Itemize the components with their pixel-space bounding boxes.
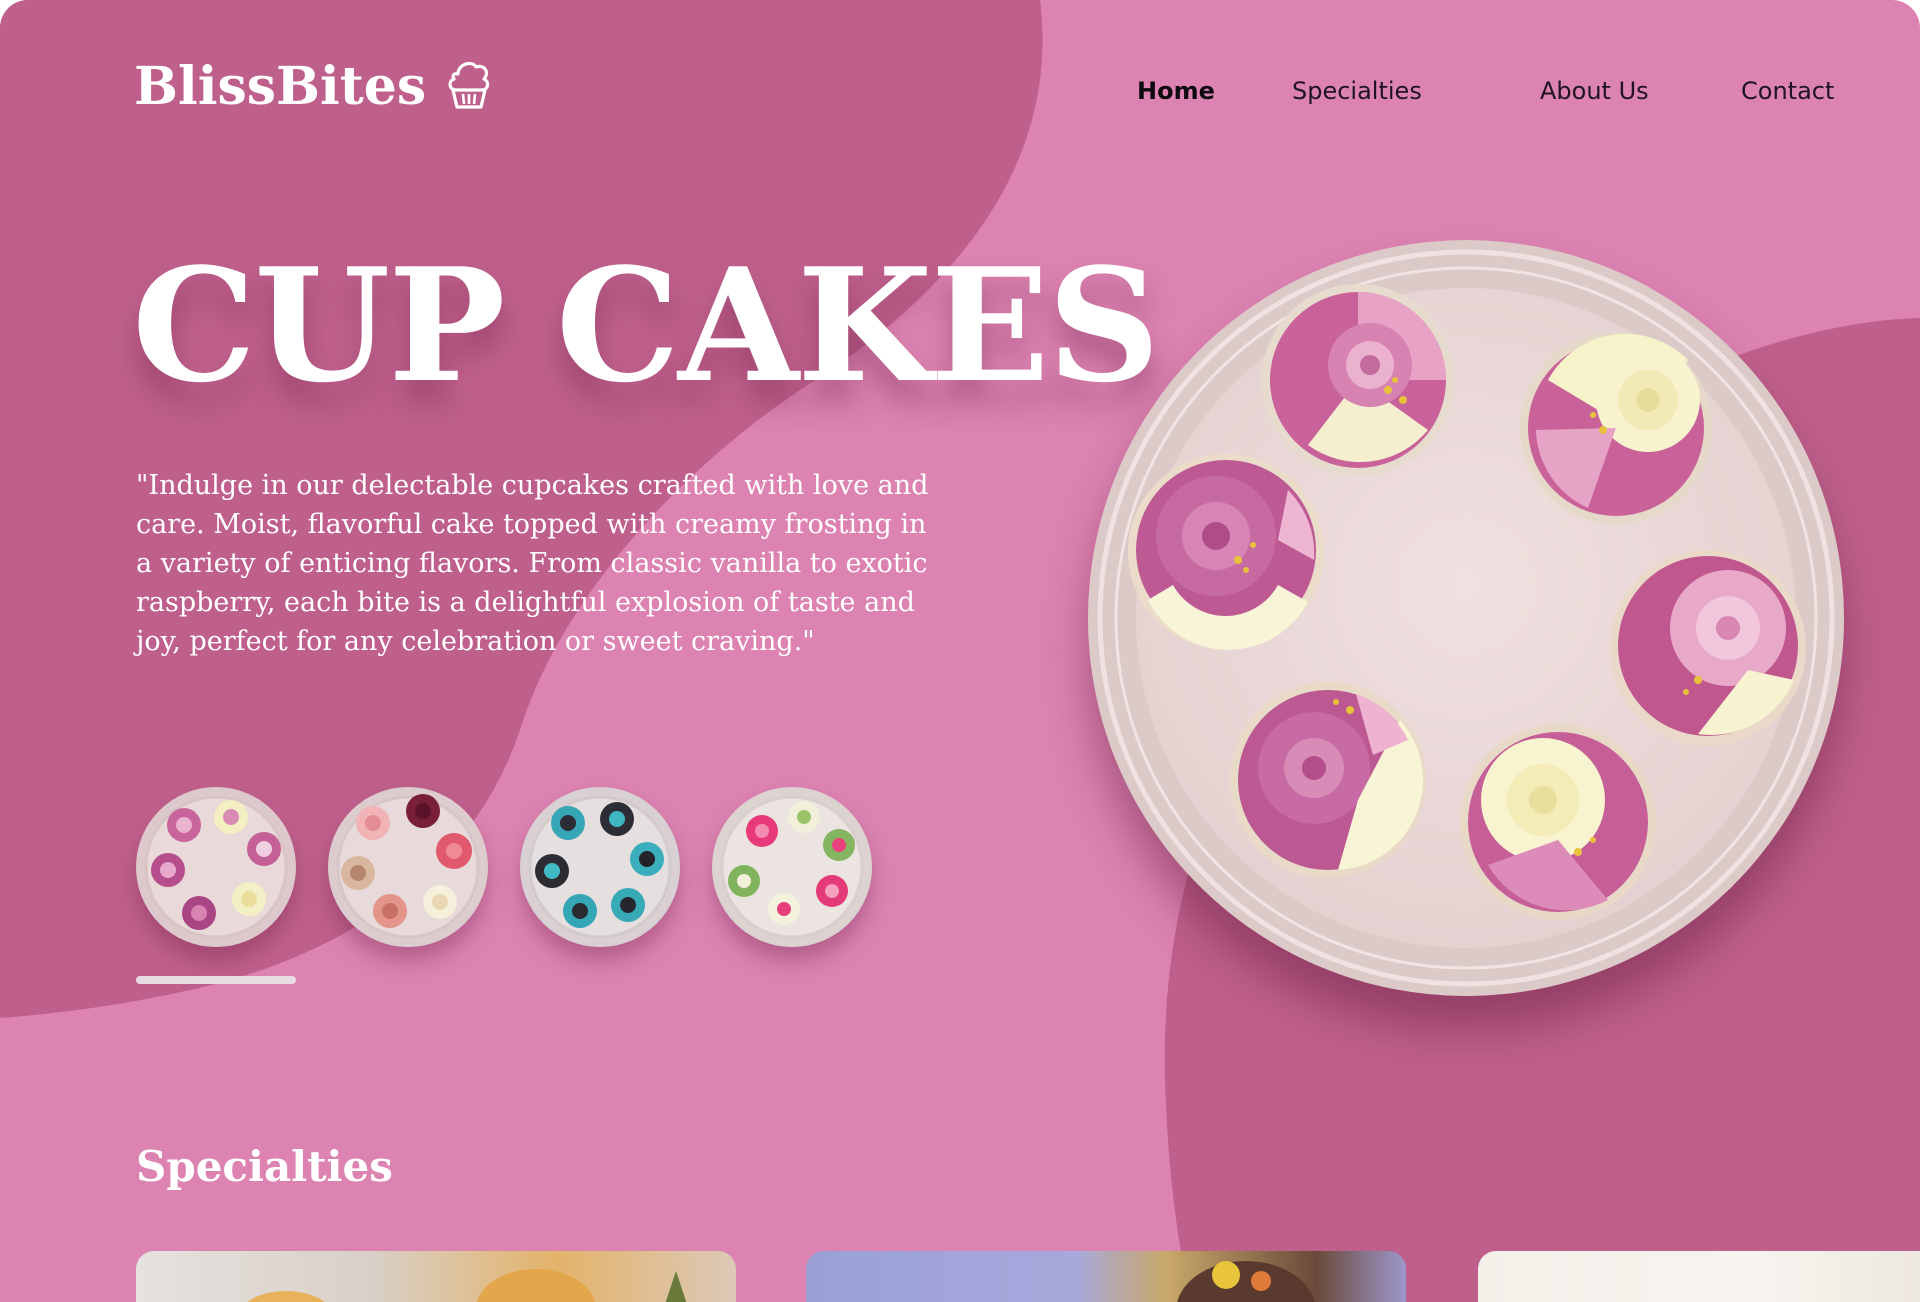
hero-title: CUP CAKES [132,234,1160,417]
cupcake-2 [1520,332,1712,524]
thumbnail-4[interactable] [712,787,872,947]
thumbnail-3[interactable] [520,787,680,947]
cupcake-3 [1128,454,1324,650]
specialty-card-1[interactable] [136,1251,736,1302]
cupcake-4 [1610,550,1806,746]
cupcake-1 [1262,284,1454,476]
nav-about-us[interactable]: About Us [1540,74,1649,108]
thumbnail-1[interactable] [136,787,296,947]
main-nav: Home Specialties About Us Contact [0,74,1920,114]
cupcake-5 [1230,682,1426,878]
nav-specialties[interactable]: Specialties [1292,74,1422,108]
thumbnail-2[interactable] [328,787,488,947]
nav-contact[interactable]: Contact [1741,74,1834,108]
nav-home[interactable]: Home [1137,74,1215,108]
specialties-heading: Specialties [136,1142,393,1191]
carousel-indicator [136,976,296,984]
specialty-card-3[interactable] [1478,1251,1920,1302]
hero-description: "Indulge in our delectable cupcakes craf… [136,470,929,657]
page: BlissBites Home Specialties About Us Con… [0,0,1920,1302]
cupcake-6 [1460,724,1656,920]
featured-cupcake-plate [1088,240,1844,996]
specialty-card-2[interactable] [806,1251,1406,1302]
